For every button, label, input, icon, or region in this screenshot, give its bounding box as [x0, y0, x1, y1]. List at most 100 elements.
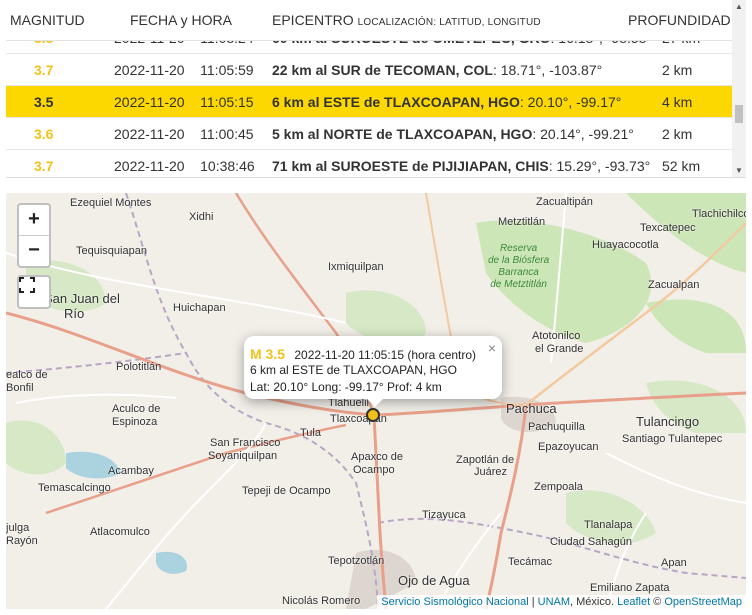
popup-coords: Lat: 20.10° Long: -99.17° Prof: 4 km [250, 380, 442, 394]
place-label: Ocampo [353, 464, 395, 476]
place-label: Metztitlán [498, 216, 546, 228]
place-label: Pachuquilla [528, 421, 585, 433]
place-label: Aculco de [112, 403, 161, 415]
place-label: Santiago Tulantepec [622, 433, 723, 445]
place-label: Epazoyucan [538, 441, 599, 453]
row-magnitude: 3.5 [34, 94, 54, 110]
place-label: julga [6, 522, 30, 534]
place-label: Ezequiel Montes [70, 197, 152, 209]
table-row[interactable]: 3.6 2022-11-20 11:00:45 5 km al NORTE de… [6, 118, 732, 150]
earthquake-popup: × M 3.5 2022-11-20 11:05:15 (hora centro… [244, 336, 502, 407]
place-label: Tepotzotlán [328, 555, 385, 567]
table-body: 3.5 2022-11-20 11:08:24 60 km al SUROEST… [6, 22, 732, 177]
place-label: Espinoza [112, 416, 158, 428]
place-label: Ojo de Agua [398, 573, 470, 588]
place-label: Texcatepec [640, 222, 696, 234]
place-label: Nicolás Romero [282, 595, 361, 607]
row-magnitude: 3.7 [34, 158, 54, 174]
place-label: Acambay [108, 465, 154, 477]
place-label: Tlanalapa [584, 519, 633, 531]
place-label: San Francisco [210, 437, 281, 449]
place-label: Bonfil [6, 382, 34, 394]
scroll-thumb[interactable] [735, 105, 743, 123]
header-depth[interactable]: PROFUNDIDAD [628, 12, 731, 28]
ssn-link[interactable]: Servicio Sismológico Nacional [381, 596, 528, 608]
header-epicenter[interactable]: EPICENTRO LOCALIZACIÓN: LATITUD, LONGITU… [272, 12, 541, 28]
unam-link[interactable]: UNAM [538, 596, 570, 608]
place-label: Tecámac [508, 556, 553, 568]
place-label: Huichapan [173, 302, 226, 314]
zoom-in-button[interactable]: + [19, 205, 49, 235]
place-label: Tequisquiapan [76, 245, 147, 257]
place-label: Apaxco de [351, 451, 403, 463]
row-datetime: 2022-11-20 11:00:45 [114, 126, 254, 142]
header-datetime[interactable]: FECHA y HORA [130, 12, 232, 28]
place-label: Río [64, 306, 85, 321]
popup-magnitude: M 3.5 [250, 346, 286, 362]
table-scrollbar[interactable]: ▲ ▼ [732, 0, 746, 177]
epicenter-marker[interactable] [366, 408, 380, 422]
fullscreen-button[interactable] [17, 275, 51, 309]
row-epicenter: 6 km al ESTE de TLAXCOAPAN, HGO: 20.10°,… [272, 94, 622, 110]
place-label: Tizayuca [422, 509, 466, 521]
place-label: Temascalcingo [38, 482, 111, 494]
place-label: Atotonilco [532, 330, 581, 342]
place-label: Emiliano Zapata [590, 582, 670, 594]
place-label: Tulancingo [636, 414, 700, 429]
table-row[interactable]: 3.7 2022-11-20 10:38:46 71 km al SUROEST… [6, 150, 732, 177]
earthquake-table: 3.5 2022-11-20 11:08:24 60 km al SUROEST… [6, 0, 746, 178]
fullscreen-icon [19, 277, 35, 293]
leaflet-link[interactable]: Leaflet [617, 596, 650, 608]
place-label: Ciudad Sahagún [550, 536, 632, 548]
row-epicenter: 71 km al SUROESTE de PIJIJIAPAN, CHIS: 1… [272, 158, 651, 174]
popup-place: 6 km al ESTE de TLAXCOAPAN, HGO [250, 363, 457, 377]
row-datetime: 2022-11-20 11:05:15 [114, 94, 254, 110]
map[interactable]: Ezequiel Montes Xidhi Tequisquiapan Ixmi… [6, 193, 746, 609]
place-label: Polotitlán [116, 361, 162, 373]
place-label: el Grande [535, 343, 584, 355]
place-label: Pachuca [506, 401, 557, 416]
place-label: Zacualpan [648, 279, 700, 291]
scroll-up-icon[interactable]: ▲ [735, 2, 743, 11]
row-datetime: 2022-11-20 10:38:46 [114, 158, 255, 174]
place-label: Soyaniquilpan [208, 450, 278, 462]
place-label: Rayón [6, 535, 38, 547]
place-label: Ixmiquilpan [328, 261, 384, 273]
place-label: Xidhi [189, 211, 214, 223]
place-label: Apan [661, 557, 687, 569]
table-row-selected[interactable]: 3.5 2022-11-20 11:05:15 6 km al ESTE de … [6, 86, 732, 118]
place-label: Tepeji de Ocampo [242, 485, 331, 497]
place-label: Zapotlán de [456, 454, 515, 466]
place-label: Zempoala [534, 481, 583, 493]
row-epicenter: 5 km al NORTE de TLAXCOAPAN, HGO: 20.14°… [272, 126, 634, 142]
table-header: MAGNITUD FECHA y HORA EPICENTRO LOCALIZA… [6, 0, 732, 41]
row-magnitude: 3.7 [34, 62, 54, 78]
place-label: Atlacomulco [90, 526, 150, 538]
row-datetime: 2022-11-20 11:05:59 [114, 62, 254, 78]
place-label: Zacualtipán [536, 196, 593, 208]
place-label: Tlachichilco [692, 208, 746, 220]
zoom-control: + − [17, 203, 51, 268]
popup-tip [365, 397, 385, 407]
scroll-down-icon[interactable]: ▼ [735, 166, 743, 175]
row-depth: 52 km [662, 158, 701, 174]
row-depth: 2 km [662, 62, 693, 78]
popup-close-button[interactable]: × [488, 340, 496, 356]
place-label: Tula [300, 427, 321, 439]
place-label: ealco de [6, 369, 48, 381]
zoom-out-button[interactable]: − [19, 235, 49, 266]
place-label: San Juan del [44, 291, 120, 306]
reserve-label: Reserva de la Biósfera Barranca de Metzt… [488, 243, 550, 290]
header-epicenter-sub: LOCALIZACIÓN: LATITUD, LONGITUD [357, 17, 541, 28]
map-attribution: Servicio Sismológico Nacional | UNAM, Mé… [377, 595, 746, 609]
popup-datetime: 2022-11-20 11:05:15 (hora centro) [294, 348, 477, 362]
row-depth: 4 km [662, 94, 693, 110]
header-magnitude[interactable]: MAGNITUD [10, 12, 85, 28]
row-epicenter: 22 km al SUR de TECOMAN, COL: 18.71°, -1… [272, 62, 603, 78]
place-label: Juárez [474, 466, 508, 478]
table-row[interactable]: 3.7 2022-11-20 11:05:59 22 km al SUR de … [6, 54, 732, 86]
osm-link[interactable]: OpenStreetMap [664, 596, 742, 608]
popup-header: M 3.5 2022-11-20 11:05:15 (hora centro) [250, 346, 476, 362]
row-magnitude: 3.6 [34, 126, 54, 142]
row-depth: 2 km [662, 126, 693, 142]
